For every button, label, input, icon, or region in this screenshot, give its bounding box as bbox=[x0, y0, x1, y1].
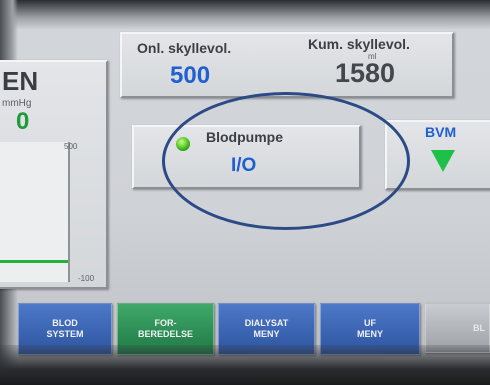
cumulative-rinse-value: 1580 bbox=[335, 58, 396, 88]
tab-blood-system-line1: BLOD bbox=[52, 318, 78, 328]
dialysis-screen: Onl. skyllevol. 500 Kum. skyllevol. ml 1… bbox=[0, 0, 490, 385]
tab-uf-line2: MENY bbox=[356, 329, 383, 339]
tab-partial-label: BL bbox=[473, 322, 485, 333]
online-rinse-label: Onl. skyllevol. bbox=[137, 40, 232, 56]
bezel-bottom bbox=[0, 345, 490, 385]
pressure-value: 0 bbox=[16, 108, 30, 135]
scale-top-label: 500 bbox=[64, 142, 78, 151]
tab-preparation-line2: BEREDELSE bbox=[137, 329, 193, 339]
cumulative-rinse-label: Kum. skyllevol. bbox=[308, 36, 410, 52]
pressure-level-line bbox=[0, 260, 68, 263]
online-rinse-value: 500 bbox=[170, 62, 211, 89]
bvm-triangle-icon bbox=[431, 150, 455, 172]
bezel-top bbox=[0, 0, 490, 30]
highlight-ellipse bbox=[162, 92, 410, 230]
bvm-label: BVM bbox=[425, 124, 457, 140]
pressure-title: EN bbox=[2, 66, 39, 96]
pressure-scale bbox=[0, 142, 70, 282]
tab-uf-line1: UF bbox=[364, 318, 376, 328]
pressure-panel: EN mmHg 0 500 -100 bbox=[0, 60, 108, 289]
tab-dialysate-line2: MENY bbox=[253, 329, 280, 339]
scale-bottom-label: -100 bbox=[78, 274, 95, 283]
tab-blood-system-line2: SYSTEM bbox=[46, 329, 84, 339]
tab-dialysate-line1: DIALYSAT bbox=[244, 318, 289, 328]
tab-preparation-line1: FOR- bbox=[154, 318, 177, 328]
rinse-volume-panel: Onl. skyllevol. 500 Kum. skyllevol. ml 1… bbox=[120, 32, 454, 98]
